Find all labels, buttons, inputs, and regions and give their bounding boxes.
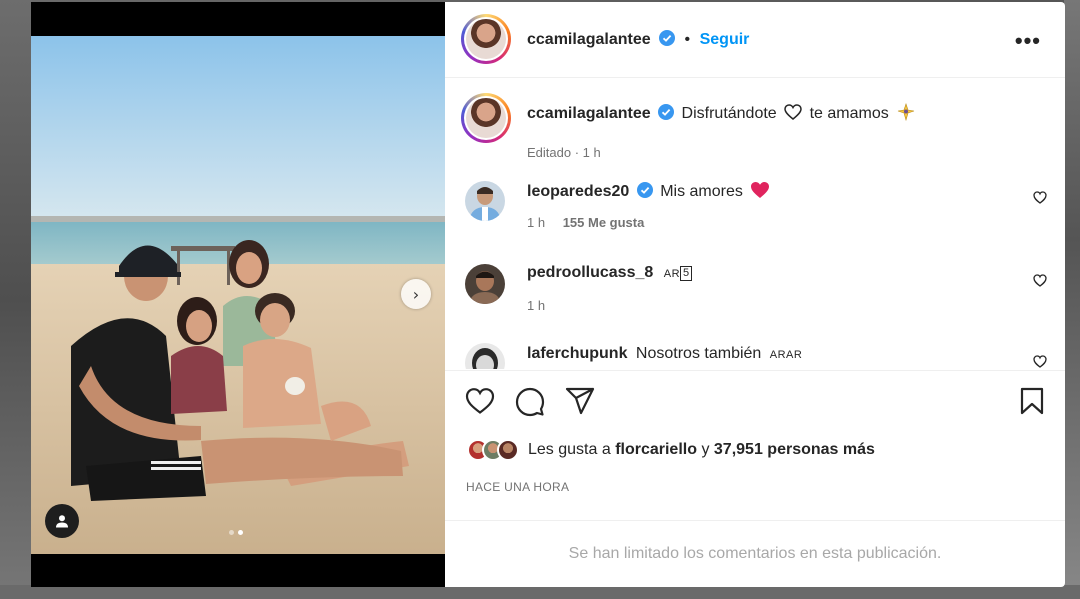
likes-prefix: Les gusta a <box>528 441 611 458</box>
backdrop-right <box>1064 0 1080 599</box>
caption-username[interactable]: ccamilagalantee <box>527 105 651 122</box>
caption-meta: Editado · 1 h <box>527 145 601 160</box>
caption-suffix: te amamos <box>809 105 889 122</box>
flag-text: AR <box>663 268 681 280</box>
liker-avatar[interactable] <box>497 439 519 461</box>
post-sidebar: ccamilagalantee • Seguir ••• ccamilagala… <box>445 2 1065 587</box>
carousel-dot <box>229 530 234 535</box>
comment-row: leoparedes20 Mis amores 1 h 155 Me gusta <box>445 179 1065 239</box>
caption-row: ccamilagalantee Disfrutándote te amamos … <box>445 91 1065 161</box>
carousel-indicator <box>229 530 243 535</box>
likes-joiner: y <box>701 441 710 458</box>
author-username[interactable]: ccamilagalantee <box>527 31 651 48</box>
comments-list: ccamilagalantee Disfrutándote te amamos … <box>445 79 1065 369</box>
likes-first-user[interactable]: florcariello <box>615 441 697 458</box>
verified-badge-icon <box>659 30 676 46</box>
comment-text: Nosotros también <box>635 345 762 362</box>
comment-username[interactable]: laferchupunk <box>527 345 627 362</box>
comment-avatar[interactable] <box>465 343 505 369</box>
chevron-right-icon: › <box>412 284 420 304</box>
comment-likes[interactable]: 155 Me gusta <box>563 215 645 230</box>
likes-others[interactable]: 37,951 personas más <box>714 441 875 458</box>
backdrop-bottom <box>0 585 1080 599</box>
white-heart-icon <box>784 104 802 120</box>
comment-time[interactable]: 1 h <box>527 298 545 313</box>
comment-row: pedroollucass_8 AR 5 1 h <box>445 262 1065 322</box>
paper-plane-icon[interactable] <box>565 387 595 415</box>
backdrop-left <box>0 0 32 599</box>
likes-summary: Les gusta a florcariello y 37,951 person… <box>467 439 875 461</box>
comment-text: Mis amores <box>660 183 743 200</box>
comment-username[interactable]: leoparedes20 <box>527 183 629 200</box>
comment-like-icon[interactable] <box>1033 355 1047 368</box>
more-options-icon[interactable]: ••• <box>1015 28 1041 54</box>
flag-box: 5 <box>680 266 693 281</box>
comment-like-icon[interactable] <box>1033 274 1047 287</box>
post-timestamp[interactable]: HACE UNA HORA <box>466 480 569 494</box>
comment-bubble-icon[interactable] <box>515 387 545 417</box>
bookmark-icon[interactable] <box>1019 387 1045 415</box>
flag-text: ARAR <box>769 349 803 361</box>
comment-username[interactable]: pedroollucass_8 <box>527 264 653 281</box>
tagged-users-button[interactable] <box>45 504 79 538</box>
author-avatar[interactable] <box>461 14 511 64</box>
comment-time[interactable]: 1 h <box>527 215 545 230</box>
comment-row: laferchupunk Nosotros también ARAR <box>445 343 1065 369</box>
next-slide-button[interactable]: › <box>401 279 431 309</box>
post-header: ccamilagalantee • Seguir ••• <box>445 2 1065 78</box>
header-separator: • <box>684 31 691 48</box>
user-tag-icon <box>56 515 68 528</box>
comment-avatar[interactable] <box>465 264 505 304</box>
sparkle-angel-icon <box>898 103 915 122</box>
caption-text: Disfrutándote <box>681 105 777 122</box>
caption-avatar[interactable] <box>461 93 511 143</box>
carousel-dot-active <box>238 530 243 535</box>
post-photo <box>31 36 445 554</box>
post-actions: Les gusta a florcariello y 37,951 person… <box>445 370 1065 520</box>
post-media: › <box>31 2 445 587</box>
heart-outline-icon[interactable] <box>465 387 495 415</box>
comments-limited-notice: Se han limitado los comentarios en esta … <box>445 520 1065 587</box>
verified-badge-icon <box>658 104 675 120</box>
comment-like-icon[interactable] <box>1033 191 1047 204</box>
follow-button[interactable]: Seguir <box>700 31 750 48</box>
comment-avatar[interactable] <box>465 181 505 221</box>
verified-badge-icon <box>636 182 653 198</box>
red-heart-icon <box>751 182 770 198</box>
